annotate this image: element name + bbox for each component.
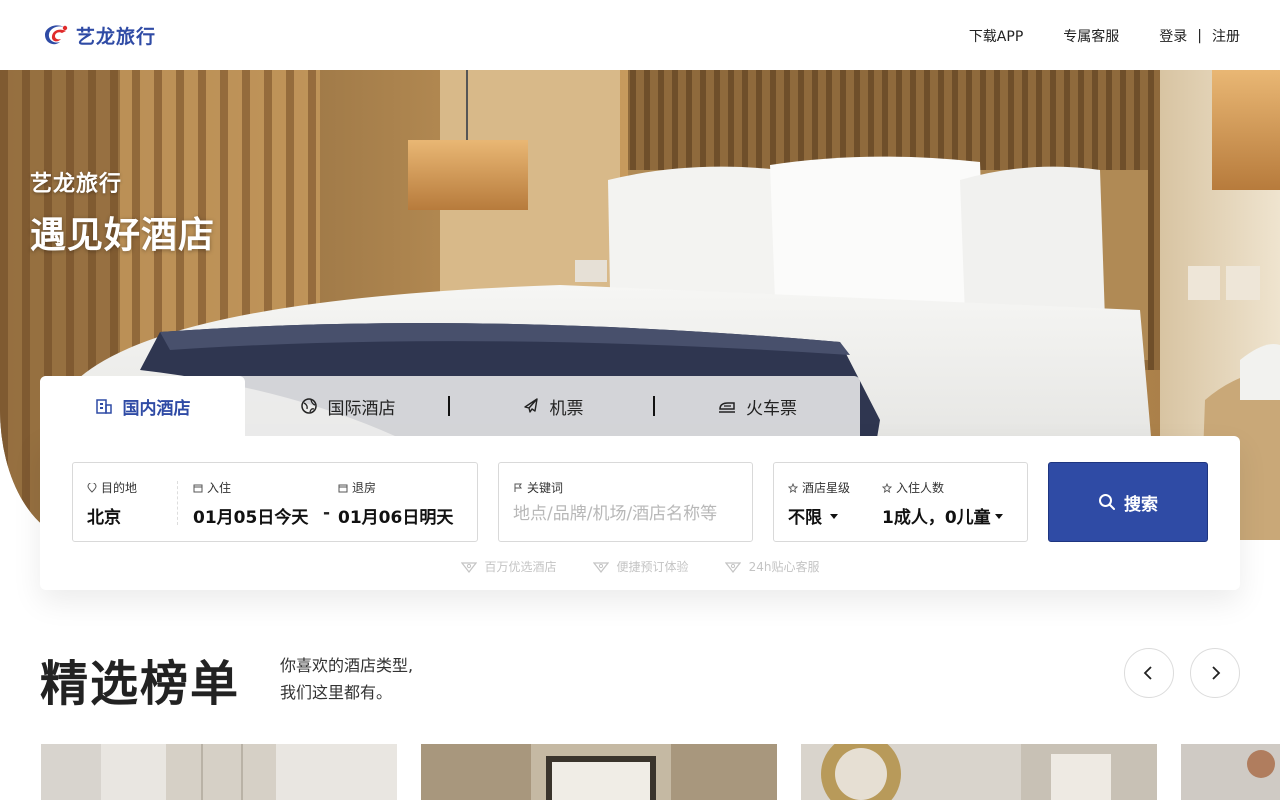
hotel-card[interactable]: [41, 744, 397, 800]
guests-select[interactable]: 1成人，0儿童: [882, 503, 1003, 528]
download-app-link[interactable]: 下载APP: [969, 26, 1023, 46]
plane-icon: [523, 398, 538, 413]
hotel-card-image: [421, 744, 777, 800]
flag-icon: [514, 483, 522, 492]
search-button[interactable]: 搜索: [1048, 462, 1208, 542]
destination-label: 目的地: [87, 479, 137, 496]
hotel-card-image: [801, 744, 1157, 800]
keyword-label: 关键词: [513, 479, 563, 496]
login-link[interactable]: 登录: [1159, 26, 1187, 46]
tab-train[interactable]: 火车票: [655, 376, 860, 436]
badge-icon: [724, 561, 741, 573]
keyword-input[interactable]: [513, 501, 738, 527]
star-select[interactable]: 不限: [788, 503, 838, 528]
tab-label: 火车票: [746, 398, 797, 419]
hero-brand: 艺龙旅行: [30, 172, 123, 197]
search-panel: 目的地 北京 入住 01月05日今天 - 退房 01月06日明天 关键词 酒店星…: [40, 436, 1240, 590]
hotel-card-image: [1181, 744, 1280, 800]
star-label: 酒店星级: [788, 479, 850, 496]
feature-item: 24h贴心客服: [724, 558, 819, 575]
tab-label: 国内酒店: [122, 398, 191, 419]
top-header: 艺龙旅行 下载APP 专属客服 登录 | 注册: [0, 0, 1280, 70]
date-separator: -: [323, 503, 331, 523]
calendar-icon: [193, 484, 203, 492]
destination-value[interactable]: 北京: [87, 503, 121, 528]
feature-item: 百万优选酒店: [460, 558, 557, 575]
tab-label: 机票: [549, 398, 584, 419]
hero-slogan: 遇见好酒店: [30, 215, 216, 256]
register-link[interactable]: 注册: [1212, 26, 1240, 46]
section-subtitle: 你喜欢的酒店类型, 我们这里都有。: [280, 656, 414, 702]
tab-label: 国际酒店: [327, 398, 396, 419]
globe-icon: [300, 398, 317, 414]
calendar-icon: [338, 484, 348, 492]
hotel-card-list: [0, 744, 1280, 800]
chevron-right-icon: [1212, 666, 1221, 680]
product-tabs: 国内酒店 国际酒店 机票 火车票: [40, 376, 860, 436]
badge-icon: [592, 561, 609, 573]
carousel-next-button[interactable]: [1190, 648, 1240, 698]
nav-separator: |: [1197, 28, 1202, 44]
guests-label: 入住人数: [882, 479, 944, 496]
train-icon: [719, 402, 735, 413]
location-pin-icon: [87, 482, 97, 493]
building-icon: [95, 399, 112, 414]
hotel-card-image: [41, 744, 397, 800]
logo[interactable]: 艺龙旅行: [40, 20, 156, 50]
chevron-down-icon: [830, 513, 838, 519]
checkin-label: 入住: [193, 479, 231, 496]
hotel-card[interactable]: [1181, 744, 1280, 800]
keyword-box: 关键词: [498, 462, 753, 542]
tab-international-hotel[interactable]: 国际酒店: [245, 376, 450, 436]
search-icon: [1099, 494, 1115, 510]
section-title: 精选榜单: [40, 656, 241, 712]
star-guest-box: 酒店星级 不限 入住人数 1成人，0儿童: [773, 462, 1028, 542]
hotel-card[interactable]: [421, 744, 777, 800]
logo-icon: [45, 25, 68, 45]
star-icon: [788, 482, 798, 493]
carousel-prev-button[interactable]: [1124, 648, 1174, 698]
chevron-down-icon: [994, 513, 1003, 519]
tab-flight[interactable]: 机票: [450, 376, 655, 436]
checkout-date[interactable]: 01月06日明天: [338, 503, 453, 528]
feature-list: 百万优选酒店 便捷预订体验 24h贴心客服: [40, 558, 1240, 575]
chevron-left-icon: [1143, 666, 1152, 680]
checkin-date[interactable]: 01月05日今天: [193, 503, 308, 528]
tab-domestic-hotel[interactable]: 国内酒店: [40, 376, 245, 436]
customer-service-link[interactable]: 专属客服: [1063, 26, 1119, 46]
logo-text: 艺龙旅行: [76, 25, 157, 48]
feature-item: 便捷预订体验: [592, 558, 689, 575]
badge-icon: [460, 561, 477, 573]
checkout-label: 退房: [338, 479, 376, 496]
destination-date-box: 目的地 北京 入住 01月05日今天 - 退房 01月06日明天: [72, 462, 478, 542]
star-icon: [882, 482, 892, 493]
hotel-card[interactable]: [801, 744, 1157, 800]
top-nav: 下载APP 专属客服 登录 | 注册: [969, 26, 1240, 46]
field-divider: [177, 481, 178, 525]
